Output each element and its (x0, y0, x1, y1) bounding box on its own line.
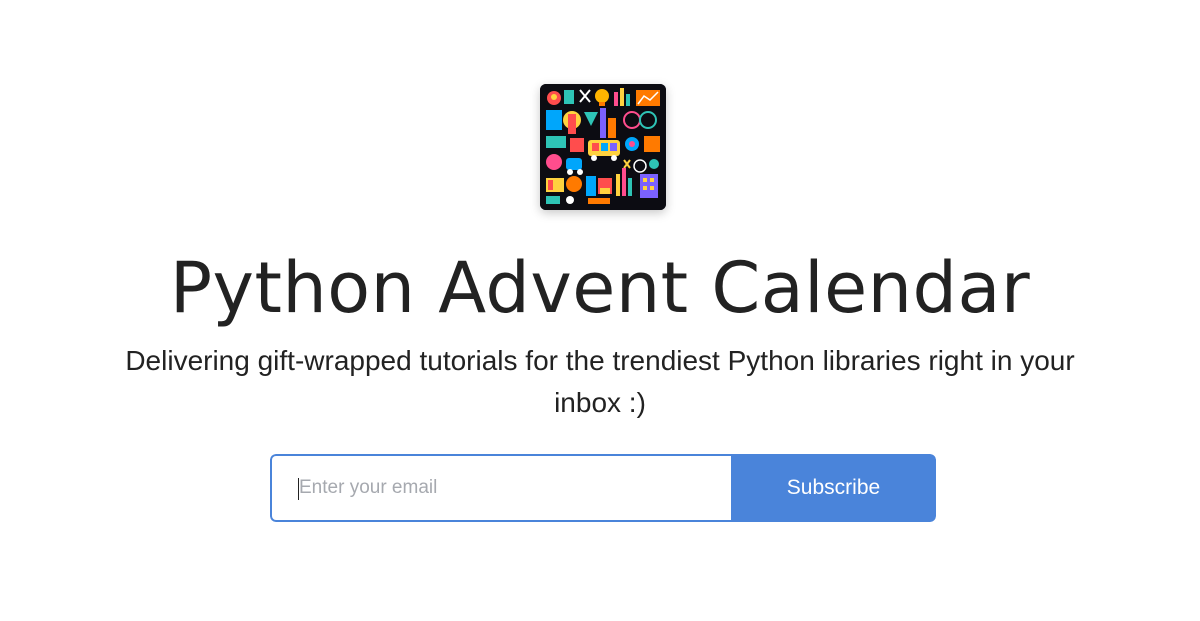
subscribe-form: Subscribe (270, 454, 936, 522)
landing-page: Python Advent Calendar Delivering gift-w… (0, 0, 1200, 621)
subscribe-button[interactable]: Subscribe (731, 454, 936, 522)
text-caret (298, 478, 299, 500)
python-advent-calendar-logo (540, 84, 666, 210)
email-input[interactable] (270, 454, 731, 522)
page-title: Python Advent Calendar (169, 247, 1031, 329)
logo-illustration (540, 84, 666, 210)
page-subtitle: Delivering gift-wrapped tutorials for th… (125, 345, 1075, 418)
